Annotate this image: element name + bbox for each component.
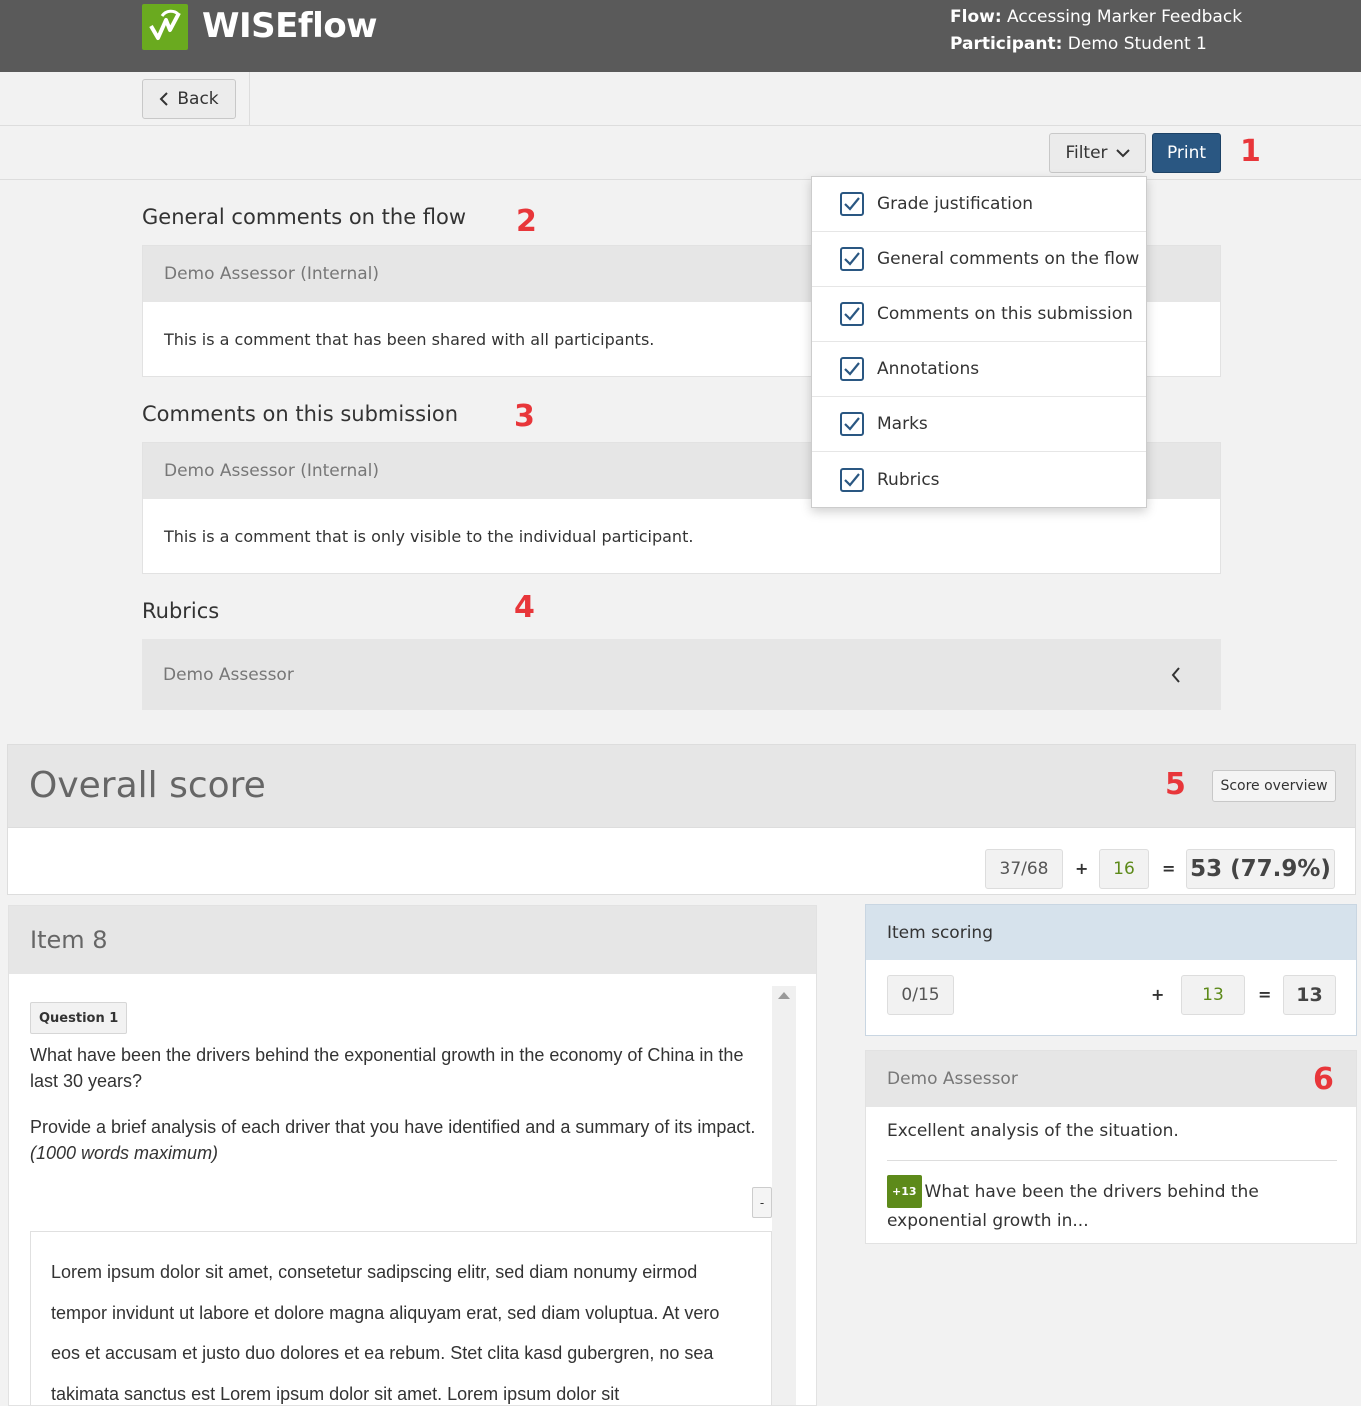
word-limit-note: (1000 words maximum) [30,1143,219,1163]
marks-badge: +13 [887,1175,922,1208]
rubrics-title: Rubrics [142,599,220,623]
filter-option-label: Annotations [877,359,980,379]
filter-option-grade-justification[interactable]: Grade justification [812,177,1146,232]
collapse-button[interactable]: - [752,1187,772,1218]
assessor-feedback-card: Demo Assessor 6 Excellent analysis of th… [865,1050,1357,1244]
manual-score: 16 [1099,849,1149,889]
filter-option-general-comments[interactable]: General comments on the flow [812,232,1146,287]
print-button[interactable]: Print [1152,133,1221,173]
callout-number: 5 [1165,767,1186,802]
rubric-accordion[interactable]: Demo Assessor [142,639,1221,710]
item-scoring-title: Item scoring [866,905,1356,960]
answer-text: Lorem ipsum dolor sit amet, consetetur s… [30,1231,772,1405]
checkbox-checked-icon[interactable] [840,412,864,436]
chevron-left-icon [159,92,169,106]
assessor-comment: Excellent analysis of the situation. [887,1121,1179,1141]
divider [887,1160,1337,1161]
participant-label: Participant: [950,34,1063,54]
item-panel: Item 8 Question 1 What have been the dri… [8,905,817,1406]
callout-number: 1 [1240,134,1261,169]
callout-number: 2 [516,204,537,239]
back-button[interactable]: Back [142,79,236,119]
equals-sign: = [1162,859,1176,878]
checkbox-checked-icon[interactable] [840,302,864,326]
general-comments-title: General comments on the flow [142,205,467,229]
item-scoring-panel: Item scoring 0/15 + 13 = 13 [865,904,1357,1036]
toolbar: Filter Print [0,127,1361,180]
checkbox-checked-icon[interactable] [840,247,864,271]
comment-text: This is a comment that is only visible t… [164,526,694,546]
assessor-name: Demo Assessor [163,664,294,685]
manual-score: 13 [1181,975,1245,1015]
filter-option-label: General comments on the flow [877,249,1140,269]
back-row: Back [0,72,1361,126]
checkbox-checked-icon[interactable] [840,467,864,492]
filter-option-label: Marks [877,414,928,434]
total-score: 53 (77.9%) [1186,849,1335,889]
divider [249,72,250,126]
filter-option-submission-comments[interactable]: Comments on this submission [812,287,1146,342]
question-instructions-text: Provide a brief analysis of each driver … [30,1117,756,1137]
participant-name: Demo Student 1 [1067,34,1207,54]
marked-question-text: What have been the drivers behind the ex… [887,1182,1259,1231]
plus-sign: + [1151,985,1165,1004]
filter-option-label: Rubrics [877,469,940,490]
callout-number: 4 [514,590,535,625]
equals-sign: = [1258,985,1272,1004]
flow-label: Flow: [950,7,1002,27]
filter-option-annotations[interactable]: Annotations [812,342,1146,397]
auto-score: 37/68 [985,849,1063,889]
marked-question-link[interactable]: +13 What have been the drivers behind the… [887,1175,1342,1235]
question-text: What have been the drivers behind the ex… [30,1045,744,1091]
top-header: WISEflow Flow: Accessing Marker Feedback… [0,0,1361,72]
plus-sign: + [1075,859,1089,878]
flow-name: Accessing Marker Feedback [1007,7,1243,27]
chevron-down-icon [1115,149,1130,158]
total-score: 13 [1283,975,1336,1015]
question-instructions: Provide a brief analysis of each driver … [30,1114,760,1166]
score-overview-button[interactable]: Score overview [1212,770,1336,802]
callout-number: 6 [1313,1062,1334,1097]
scrollbar[interactable] [772,986,796,1405]
callout-number: 3 [514,399,535,434]
chevron-left-icon [1171,666,1180,683]
filter-option-marks[interactable]: Marks [812,397,1146,452]
flow-info: Flow: Accessing Marker Feedback Particip… [950,4,1242,58]
filter-dropdown: Grade justification General comments on … [811,176,1147,508]
logo-text: WISEflow [202,6,378,46]
wiseflow-logo-icon [142,4,188,50]
auto-score: 0/15 [887,975,954,1015]
back-label: Back [177,89,219,109]
filter-option-label: Comments on this submission [877,304,1133,324]
checkbox-checked-icon[interactable] [840,357,864,381]
item-title: Item 8 [9,906,816,974]
submission-comments-title: Comments on this submission [142,402,459,426]
overall-score-title: Overall score [29,765,266,806]
scroll-up-arrow-icon[interactable] [778,992,790,999]
filter-option-label: Grade justification [877,194,1034,214]
filter-label: Filter [1065,143,1108,163]
checkbox-checked-icon[interactable] [840,192,864,216]
filter-option-rubrics[interactable]: Rubrics [812,452,1146,507]
overall-score-header: Overall score 5 Score overview [8,745,1355,828]
question-badge: Question 1 [30,1002,128,1034]
filter-button[interactable]: Filter [1049,133,1146,173]
overall-score-panel: Overall score 5 Score overview 37/68 + 1… [7,744,1356,895]
assessor-name: Demo Assessor [866,1051,1356,1107]
